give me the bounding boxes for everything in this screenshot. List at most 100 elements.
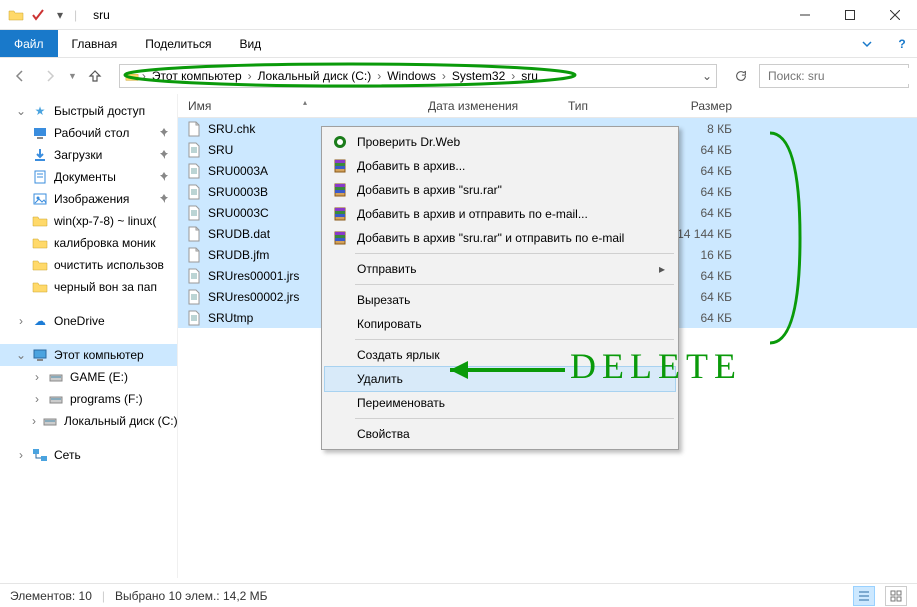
ribbon-tabs: Файл Главная Поделиться Вид ? <box>0 30 917 58</box>
breadcrumb[interactable]: Этот компьютер <box>148 69 246 83</box>
window-title: sru <box>85 8 782 22</box>
folder-icon <box>32 279 48 295</box>
menu-item[interactable]: Проверить Dr.Web <box>325 130 675 154</box>
drweb-icon <box>331 133 349 151</box>
close-button[interactable] <box>872 0 917 29</box>
nav-onedrive[interactable]: › ☁ OneDrive <box>0 310 177 332</box>
chevron-right-icon[interactable]: › <box>246 69 254 83</box>
menu-item[interactable]: Добавить в архив "sru.rar" и отправить п… <box>325 226 675 250</box>
nav-network[interactable]: › Сеть <box>0 444 177 466</box>
nav-item[interactable]: Документы <box>0 166 177 188</box>
nav-drive[interactable]: ›GAME (E:) <box>0 366 177 388</box>
pin-icon <box>159 192 169 206</box>
view-icons-button[interactable] <box>885 586 907 606</box>
nav-item[interactable]: Изображения <box>0 188 177 210</box>
help-button[interactable]: ? <box>887 30 917 57</box>
chevron-right-icon[interactable]: › <box>32 370 42 384</box>
rar-icon <box>331 205 349 223</box>
chevron-right-icon[interactable]: › <box>32 414 36 428</box>
menu-cut[interactable]: Вырезать <box>325 288 675 312</box>
menu-send-to[interactable]: Отправить ▸ <box>325 257 675 281</box>
view-details-button[interactable] <box>853 586 875 606</box>
menu-delete[interactable]: Удалить <box>325 367 675 391</box>
column-name[interactable]: Имя▴ <box>178 99 428 113</box>
drive-icon <box>42 413 58 429</box>
address-bar[interactable]: › Этот компьютер › Локальный диск (C:) ›… <box>119 64 717 88</box>
menu-shortcut[interactable]: Создать ярлык <box>325 343 675 367</box>
sort-indicator-icon: ▴ <box>303 98 307 107</box>
breadcrumb[interactable]: System32 <box>448 69 509 83</box>
history-dropdown-icon[interactable]: ▼ <box>68 71 77 81</box>
maximize-button[interactable] <box>827 0 872 29</box>
drive-icon <box>48 391 64 407</box>
nav-this-pc[interactable]: ⌄ Этот компьютер <box>0 344 177 366</box>
menu-copy[interactable]: Копировать <box>325 312 675 336</box>
nav-item[interactable]: черный вон за пап <box>0 276 177 298</box>
chevron-right-icon[interactable]: › <box>375 69 383 83</box>
menu-item[interactable]: Добавить в архив... <box>325 154 675 178</box>
nav-item[interactable]: win(xp-7-8) ~ linux( <box>0 210 177 232</box>
folder-icon <box>32 235 48 251</box>
chevron-down-icon[interactable]: ⌄ <box>16 104 26 118</box>
qat-properties-icon[interactable] <box>30 7 46 23</box>
back-button[interactable] <box>8 64 32 88</box>
breadcrumb[interactable]: Локальный диск (C:) <box>254 69 376 83</box>
tab-home[interactable]: Главная <box>58 30 132 57</box>
navigation-pane: ⌄ ★ Быстрый доступ Рабочий столЗагрузкиД… <box>0 94 178 578</box>
column-size[interactable]: Размер <box>668 99 748 113</box>
nav-item[interactable]: Рабочий стол <box>0 122 177 144</box>
breadcrumb[interactable]: sru <box>517 69 542 83</box>
file-icon <box>186 142 202 158</box>
folder-icon <box>8 7 24 23</box>
nav-item[interactable]: калибровка моник <box>0 232 177 254</box>
documents-icon <box>32 169 48 185</box>
nav-drive[interactable]: ›Локальный диск (C:) <box>0 410 177 432</box>
search-input[interactable] <box>766 68 917 84</box>
chevron-right-icon[interactable]: › <box>16 314 26 328</box>
address-dropdown-icon[interactable]: ⌄ <box>702 69 712 83</box>
submenu-arrow-icon: ▸ <box>659 262 665 276</box>
column-headers: Имя▴ Дата изменения Тип Размер <box>178 94 917 118</box>
rar-icon <box>331 229 349 247</box>
chevron-right-icon[interactable]: › <box>32 392 42 406</box>
tab-view[interactable]: Вид <box>225 30 275 57</box>
chevron-right-icon[interactable]: › <box>509 69 517 83</box>
star-icon: ★ <box>32 103 48 119</box>
chevron-right-icon[interactable]: › <box>140 69 148 83</box>
ribbon-expand-icon[interactable] <box>847 30 887 57</box>
nav-quick-access[interactable]: ⌄ ★ Быстрый доступ <box>0 100 177 122</box>
menu-item[interactable]: Добавить в архив и отправить по e-mail..… <box>325 202 675 226</box>
file-tab[interactable]: Файл <box>0 30 58 57</box>
chevron-right-icon[interactable]: › <box>440 69 448 83</box>
status-bar: Элементов: 10 | Выбрано 10 элем.: 14,2 М… <box>0 583 917 607</box>
chevron-down-icon[interactable]: ⌄ <box>16 348 26 362</box>
column-date[interactable]: Дата изменения <box>428 99 568 113</box>
refresh-button[interactable] <box>729 64 753 88</box>
nav-item[interactable]: очистить использов <box>0 254 177 276</box>
file-icon <box>186 289 202 305</box>
desktop-icon <box>32 125 48 141</box>
breadcrumb[interactable]: Windows <box>383 69 440 83</box>
file-icon <box>186 268 202 284</box>
qat-dropdown-icon[interactable]: ▾ <box>52 7 68 23</box>
status-count: Элементов: 10 <box>10 589 92 603</box>
column-type[interactable]: Тип <box>568 99 668 113</box>
file-icon <box>186 205 202 221</box>
chevron-right-icon[interactable]: › <box>16 448 26 462</box>
tab-share[interactable]: Поделиться <box>131 30 225 57</box>
file-icon <box>186 121 202 137</box>
search-box[interactable] <box>759 64 909 88</box>
context-menu: Проверить Dr.WebДобавить в архив...Добав… <box>321 126 679 450</box>
nav-drive[interactable]: ›programs (F:) <box>0 388 177 410</box>
menu-rename[interactable]: Переименовать <box>325 391 675 415</box>
minimize-button[interactable] <box>782 0 827 29</box>
menu-properties[interactable]: Свойства <box>325 422 675 446</box>
file-icon <box>186 184 202 200</box>
pin-icon <box>159 126 169 140</box>
forward-button[interactable] <box>38 64 62 88</box>
menu-item[interactable]: Добавить в архив "sru.rar" <box>325 178 675 202</box>
up-button[interactable] <box>83 64 107 88</box>
file-icon <box>186 310 202 326</box>
title-bar: ▾ | sru <box>0 0 917 30</box>
nav-item[interactable]: Загрузки <box>0 144 177 166</box>
